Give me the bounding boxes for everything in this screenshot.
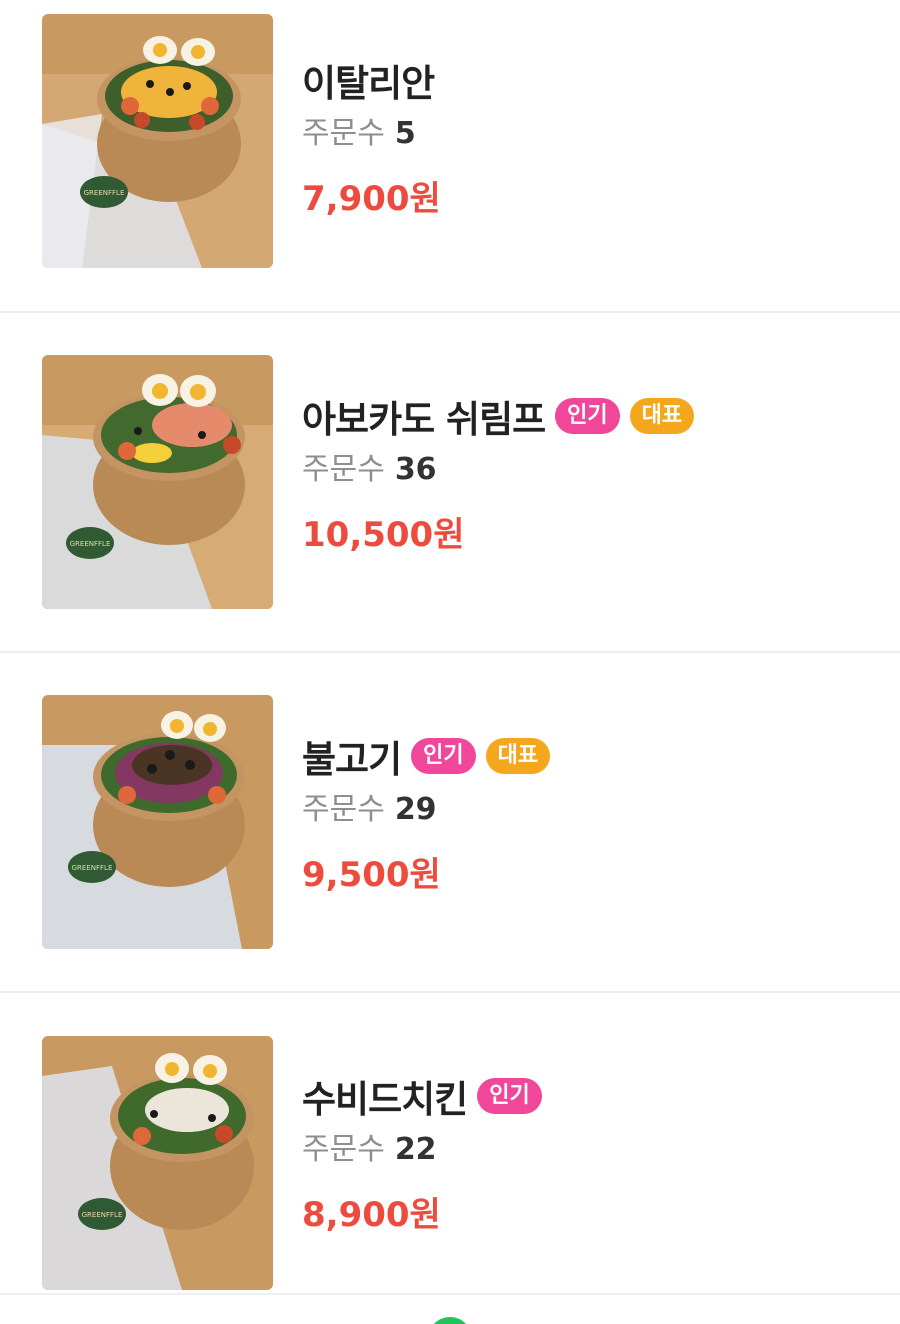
menu-item-photo[interactable]: GREENFFLE bbox=[42, 695, 273, 949]
menu-item-info: 이탈리안 주문수 5 7,900원 bbox=[302, 52, 441, 222]
menu-item-name[interactable]: 이탈리안 bbox=[302, 53, 435, 107]
salad-bowl-image: GREENFFLE bbox=[42, 695, 273, 949]
salad-bowl-image: GREENFFLE bbox=[42, 1036, 273, 1290]
divider bbox=[0, 991, 900, 993]
menu-item-photo[interactable]: GREENFFLE bbox=[42, 14, 273, 268]
menu-item[interactable]: GREENFFLE 불고기 인기 대표 주문수 29 9,500원 bbox=[0, 680, 900, 1020]
menu-item-photo[interactable]: GREENFFLE bbox=[42, 1036, 273, 1290]
order-count: 주문수 29 bbox=[302, 788, 550, 832]
order-count-label: 주문수 bbox=[302, 792, 385, 827]
menu-item-price: 7,900원 bbox=[302, 179, 441, 219]
menu-item-name[interactable]: 불고기 bbox=[302, 729, 402, 783]
order-count-value: 36 bbox=[394, 452, 437, 487]
divider bbox=[0, 311, 900, 313]
menu-item-info: 아보카도 쉬림프 인기 대표 주문수 36 10,500원 bbox=[302, 388, 695, 558]
signature-badge: 대표 bbox=[629, 398, 695, 434]
bottom-bar-border bbox=[0, 1293, 900, 1295]
svg-text:GREENFFLE: GREENFFLE bbox=[72, 864, 113, 872]
order-count-value: 5 bbox=[394, 116, 416, 151]
name-row: 불고기 인기 대표 bbox=[302, 728, 551, 784]
name-row: 아보카도 쉬림프 인기 대표 bbox=[302, 388, 695, 444]
order-count-label: 주문수 bbox=[302, 116, 385, 151]
menu-item-price: 9,500원 bbox=[302, 855, 441, 895]
signature-badge: 대표 bbox=[485, 738, 551, 774]
salad-bowl-image: GREENFFLE bbox=[42, 355, 273, 609]
svg-text:GREENFFLE: GREENFFLE bbox=[84, 189, 125, 197]
menu-item-price: 10,500원 bbox=[302, 515, 465, 555]
divider bbox=[0, 651, 900, 653]
menu-item[interactable]: GREENFFLE 아보카도 쉬림프 인기 대표 주문수 36 10,500원 bbox=[0, 340, 900, 680]
order-count-value: 22 bbox=[394, 1132, 437, 1167]
name-row: 수비드치킨 인기 bbox=[302, 1068, 542, 1124]
svg-text:GREENFFLE: GREENFFLE bbox=[82, 1211, 123, 1219]
salad-bowl-image: GREENFFLE bbox=[42, 14, 273, 268]
menu-item-photo[interactable]: GREENFFLE bbox=[42, 355, 273, 609]
popular-badge: 인기 bbox=[555, 398, 620, 434]
popular-badge: 인기 bbox=[411, 738, 476, 774]
order-count: 주문수 5 bbox=[302, 112, 441, 156]
order-count-label: 주문수 bbox=[302, 1132, 385, 1167]
menu-item-price: 8,900원 bbox=[302, 1195, 441, 1235]
order-count: 주문수 22 bbox=[302, 1128, 542, 1172]
menu-item-name[interactable]: 아보카도 쉬림프 bbox=[302, 389, 546, 443]
menu-item[interactable]: GREENFFLE 이탈리안 주문수 5 7,900원 bbox=[0, 0, 900, 340]
svg-text:GREENFFLE: GREENFFLE bbox=[70, 540, 111, 548]
menu-item-info: 수비드치킨 인기 주문수 22 8,900원 bbox=[302, 1068, 542, 1238]
order-count-label: 주문수 bbox=[302, 452, 385, 487]
order-count-value: 29 bbox=[394, 792, 437, 827]
menu-item-name[interactable]: 수비드치킨 bbox=[302, 1069, 468, 1123]
menu-item-info: 불고기 인기 대표 주문수 29 9,500원 bbox=[302, 728, 551, 898]
order-count: 주문수 36 bbox=[302, 448, 694, 492]
name-row: 이탈리안 bbox=[302, 52, 441, 108]
popular-badge: 인기 bbox=[477, 1078, 542, 1114]
menu-item[interactable]: GREENFFLE 수비드치킨 인기 주문수 22 8,900원 bbox=[0, 1020, 900, 1324]
